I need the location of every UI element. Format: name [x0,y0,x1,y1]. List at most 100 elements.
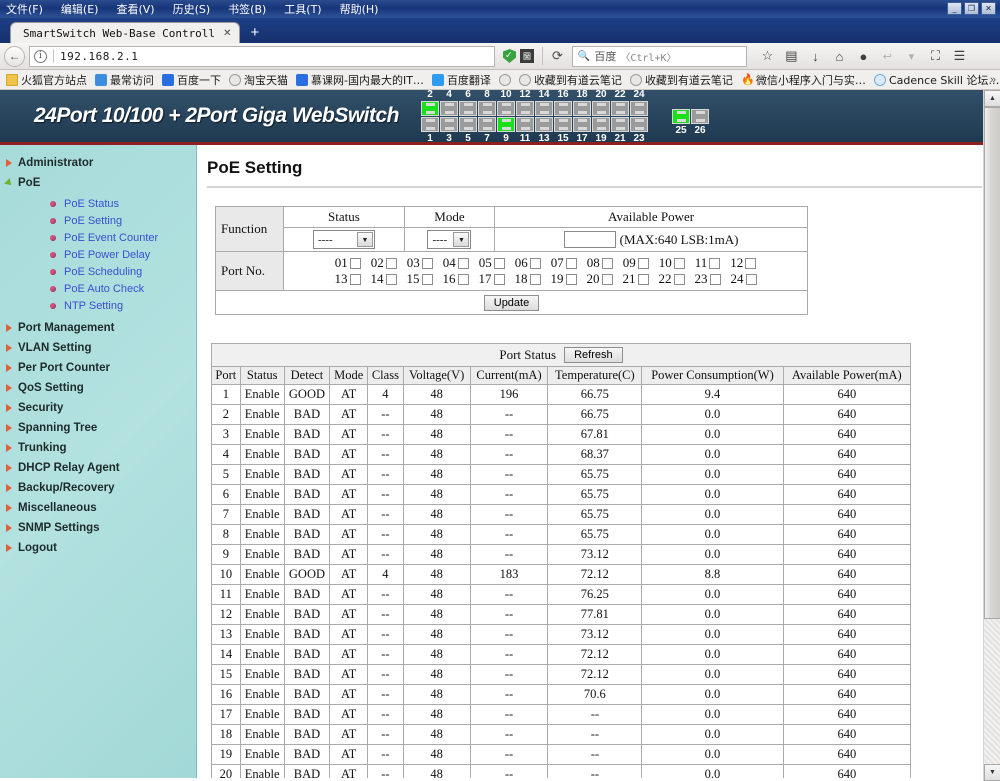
port-checkbox-item[interactable]: 12 [730,255,757,271]
port-checkbox-item[interactable]: 13 [335,271,361,287]
status-dropdown[interactable]: ---- ▼ [312,230,375,249]
port-checkbox-item[interactable]: 24 [731,271,757,287]
port-checkbox[interactable] [709,273,721,285]
sidebar-item-vlan-setting[interactable]: VLAN Setting [0,338,196,358]
port-checkbox-item[interactable]: 20 [587,271,613,287]
menu-item-0[interactable]: 文件(F) [6,1,43,17]
site-info-icon[interactable]: i [34,49,47,63]
port-checkbox[interactable] [457,273,469,285]
port-checkbox[interactable] [601,273,613,285]
port-checkbox-item[interactable]: 09 [623,255,649,271]
port-checkbox[interactable] [745,273,757,285]
sidebar-subitem-poe-event-counter[interactable]: PoE Event Counter [0,229,196,246]
refresh-button[interactable]: Refresh [564,347,623,363]
sidebar-subitem-poe-auto-check[interactable]: PoE Auto Check [0,280,196,297]
shield-icon[interactable] [503,49,516,63]
port-checkbox-item[interactable]: 01 [335,255,361,271]
menu-item-6[interactable]: 帮助(H) [340,1,379,17]
port-checkbox[interactable] [565,273,577,285]
bookmark-item[interactable]: 🔥 微信小程序入门与实… [737,72,870,88]
port-checkbox-item[interactable]: 18 [515,271,541,287]
sidebar-item-snmp-settings[interactable]: SNMP Settings [0,518,196,538]
port-checkbox[interactable] [673,257,685,269]
port-checkbox[interactable] [601,257,613,269]
port-checkbox[interactable] [637,273,649,285]
back-button[interactable]: ← [4,45,25,67]
port-checkbox-item[interactable]: 10 [659,255,685,271]
port-checkbox-item[interactable]: 17 [479,271,505,287]
sidebar-item-miscellaneous[interactable]: Miscellaneous [0,498,196,518]
hamburger-menu-icon[interactable]: ☰ [949,46,970,67]
close-button[interactable]: ✕ [981,2,996,15]
port-checkbox[interactable] [637,257,649,269]
update-button[interactable]: Update [483,295,540,311]
port-checkbox[interactable] [385,273,397,285]
maximize-button[interactable]: ❐ [964,2,979,15]
port-checkbox[interactable] [673,273,685,285]
search-input[interactable]: 🔍 百度 〈Ctrl+K〉 [571,45,747,67]
bookmark-item[interactable]: 最常访问 [91,72,158,88]
port-checkbox-item[interactable]: 07 [551,255,577,271]
screenshot-icon[interactable]: ⛶ [925,46,946,67]
bookmark-item[interactable]: Cadence Skill 论坛… [870,72,1000,88]
home-icon[interactable]: ⌂ [829,46,850,67]
port-checkbox[interactable] [493,273,505,285]
port-checkbox-item[interactable]: 02 [371,255,397,271]
port-checkbox[interactable] [529,257,541,269]
history-icon[interactable]: ↩ [877,46,898,67]
port-checkbox-item[interactable]: 05 [479,255,505,271]
scrollbar-track[interactable] [984,107,1000,764]
port-checkbox-item[interactable]: 06 [515,255,541,271]
bookmark-item[interactable]: 火狐官方站点 [2,72,91,88]
bookmark-item[interactable]: 收藏到有道云笔记 [626,72,737,88]
sidebar-item-trunking[interactable]: Trunking [0,438,196,458]
bookmark-item[interactable]: 淘宝天猫 [225,72,292,88]
port-checkbox[interactable] [457,257,469,269]
available-power-input[interactable] [563,231,616,248]
sidebar-subitem-poe-power-delay[interactable]: PoE Power Delay [0,246,196,263]
chat-icon[interactable]: ● [853,46,874,67]
port-checkbox[interactable] [565,257,577,269]
bookmark-item[interactable] [495,73,515,86]
menu-item-5[interactable]: 工具(T) [284,1,321,17]
scrollbar-thumb[interactable] [984,107,1000,619]
bookmark-item[interactable]: 百度一下 [158,72,225,88]
port-checkbox-item[interactable]: 19 [551,271,577,287]
page-scrollbar[interactable]: ▲ ▼ [983,90,1000,781]
bookmark-star-icon[interactable]: ☆ [757,46,778,67]
port-checkbox-item[interactable]: 11 [695,255,721,271]
menu-item-2[interactable]: 查看(V) [116,1,154,17]
sidebar-item-dhcp-relay-agent[interactable]: DHCP Relay Agent [0,458,196,478]
bookmark-item[interactable]: 收藏到有道云笔记 [515,72,626,88]
sidebar-item-spanning-tree[interactable]: Spanning Tree [0,418,196,438]
bookmarks-overflow-icon[interactable]: » [990,74,996,86]
port-checkbox-item[interactable]: 15 [407,271,433,287]
sidebar-subitem-poe-status[interactable]: PoE Status [0,195,196,212]
scroll-down-button[interactable]: ▼ [984,764,1000,781]
port-checkbox[interactable] [385,257,397,269]
port-checkbox-item[interactable]: 14 [371,271,397,287]
scroll-up-button[interactable]: ▲ [984,90,1000,107]
port-checkbox[interactable] [529,273,541,285]
port-checkbox-item[interactable]: 08 [587,255,613,271]
port-checkbox-item[interactable]: 04 [443,255,469,271]
port-checkbox[interactable] [421,257,433,269]
port-checkbox[interactable] [421,273,433,285]
menu-item-3[interactable]: 历史(S) [173,1,211,17]
downloads-icon[interactable]: ↓ [805,46,826,67]
sidebar-item-security[interactable]: Security [0,398,196,418]
sidebar-item-qos-setting[interactable]: QoS Setting [0,378,196,398]
sidebar-item-administrator[interactable]: Administrator [0,153,196,173]
port-checkbox-item[interactable]: 03 [407,255,433,271]
sidebar-item-poe[interactable]: PoE [0,173,196,193]
menu-item-4[interactable]: 书签(B) [228,1,266,17]
minimize-button[interactable]: _ [947,2,962,15]
sidebar-item-port-management[interactable]: Port Management [0,318,196,338]
sidebar-item-per-port-counter[interactable]: Per Port Counter [0,358,196,378]
port-checkbox-item[interactable]: 21 [623,271,649,287]
port-checkbox[interactable] [745,257,757,269]
address-bar[interactable]: i 192.168.2.1 [29,45,495,67]
sidebar-subitem-poe-scheduling[interactable]: PoE Scheduling [0,263,196,280]
sidebar-item-logout[interactable]: Logout [0,538,196,558]
tab-close-icon[interactable]: ✕ [223,28,231,39]
